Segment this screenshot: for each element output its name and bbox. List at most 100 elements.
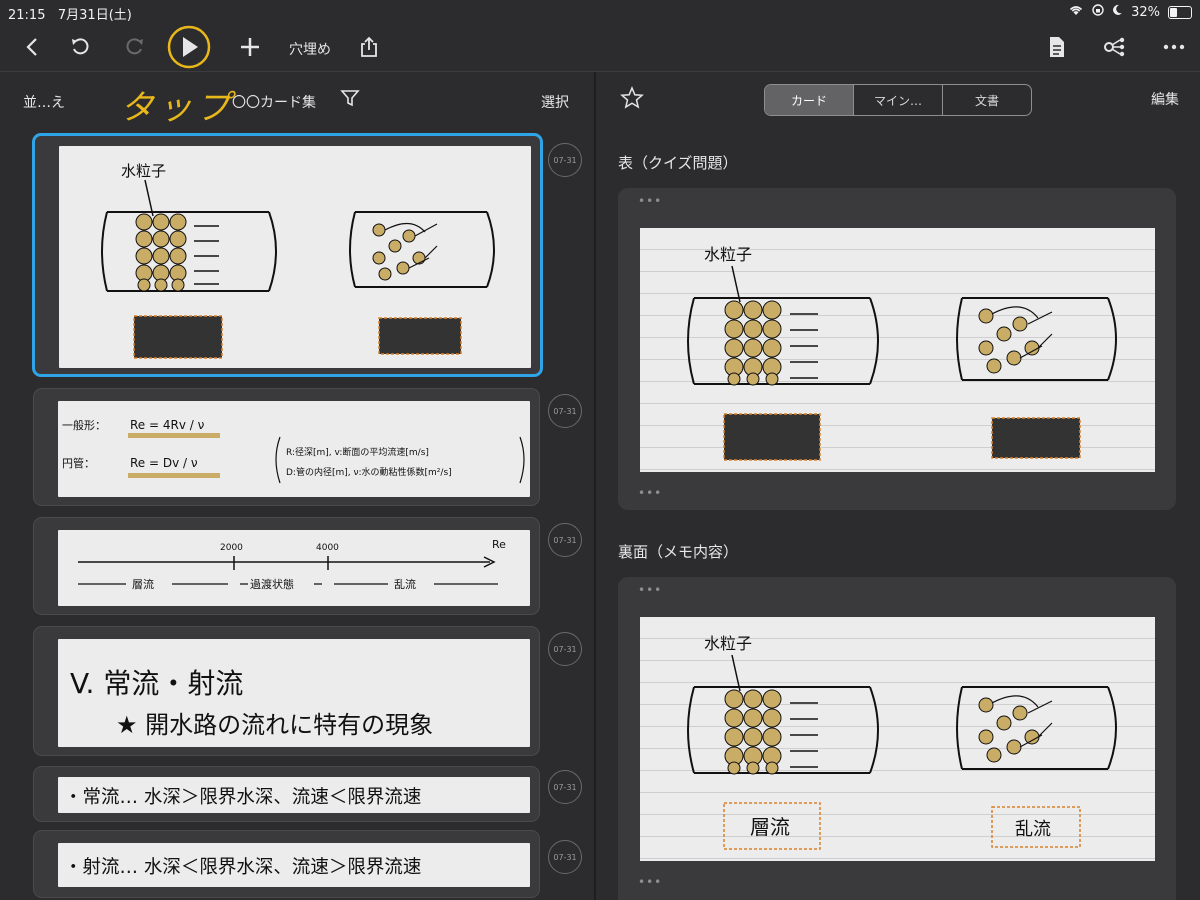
back-section-title: 裏面（メモ内容） (618, 543, 739, 561)
favorite-button[interactable] (620, 86, 644, 114)
play-icon (167, 25, 211, 69)
top-toolbar: 穴埋め (0, 24, 1200, 70)
card-image: ・射流… 水深＜限界水深、流速＞限界流速 (58, 843, 530, 887)
more-dots[interactable]: ••• (638, 486, 662, 500)
toolbar-title[interactable]: 穴埋め (289, 39, 331, 59)
front-pipe-diagram: 水粒子 (687, 245, 1117, 461)
back-pipe-diagram: 水粒子 層流 乱流 (687, 634, 1117, 850)
card-item-1[interactable]: 水粒子 (32, 133, 543, 377)
tap-annotation: タップ (120, 88, 234, 128)
card-date-badge: 07-31 (548, 770, 582, 804)
document-button[interactable] (1044, 30, 1070, 64)
subcritical-note: ・常流… 水深＞限界水深、流速＜限界流速 (64, 787, 421, 808)
back-button[interactable] (18, 30, 46, 64)
add-button[interactable] (236, 30, 264, 64)
share-icon (361, 36, 377, 57)
card-list-pane: 並…え タップ 〇〇カード集 選択 水粒子 07-31 一般形： Re = 4R… (0, 72, 594, 900)
answer-turbulent: 乱流 (1015, 819, 1051, 840)
card-item-5[interactable]: ・常流… 水深＞限界水深、流速＜限界流速 (33, 766, 540, 822)
answer-laminar: 層流 (750, 815, 790, 839)
sort-button[interactable]: 並…え (23, 92, 65, 112)
front-card-image: 水粒子 (640, 228, 1155, 472)
play-button[interactable] (166, 24, 212, 70)
moon-icon (1112, 4, 1123, 20)
redo-icon (126, 38, 143, 55)
star-icon (620, 86, 644, 109)
note-heading: V. 常流・射流 (70, 667, 243, 700)
card-item-3[interactable]: 2000 4000 Re 層流 過渡状態 乱流 (33, 517, 540, 615)
filter-icon (340, 90, 360, 107)
card-date-badge: 07-31 (548, 394, 582, 428)
card-date-badge: 07-31 (548, 840, 582, 874)
reynolds-range-diagram: 2000 4000 Re 層流 過渡状態 乱流 (78, 538, 506, 591)
edit-button[interactable]: 編集 (1151, 89, 1179, 109)
formula-2: Re = Dv / ν (130, 456, 198, 470)
note-line: ・射流… 水深＜限界水深、流速＞限界流速 (64, 857, 421, 878)
card-image: 水粒子 (59, 146, 531, 368)
undo-button[interactable] (66, 30, 94, 64)
more-dots[interactable]: ••• (638, 583, 662, 597)
more-dots[interactable]: ••• (638, 194, 662, 208)
tab-mindmap[interactable]: マイン… (853, 85, 942, 115)
card-item-4[interactable]: V. 常流・射流 ★ 開水路の流れに特有の現象 (33, 626, 540, 756)
card-image: V. 常流・射流 ★ 開水路の流れに特有の現象 (58, 639, 530, 747)
front-particle-label: 水粒子 (704, 245, 752, 264)
formula-prefix-2: 円管： (62, 456, 95, 470)
share-button[interactable] (356, 30, 382, 64)
status-bar: 21:15 7月31日(土) 32% (0, 0, 1200, 24)
redo-button[interactable] (121, 30, 149, 64)
region-turbulent: 乱流 (394, 577, 416, 591)
wifi-icon (1068, 4, 1084, 20)
card-item-2[interactable]: 一般形： Re = 4Rv / ν 円管： Re = Dv / ν R:径深[m… (33, 388, 540, 506)
pipe-flow-diagram: 水粒子 (101, 162, 495, 359)
back-card-image: 水粒子 層流 乱流 (640, 617, 1155, 861)
status-date: 7月31日(土) (57, 8, 132, 23)
card-detail-pane: カード マイン… 文書 編集 表（クイズ問題） ••• 水粒子 ••• 裏面（メ… (596, 72, 1200, 900)
mindmap-button[interactable] (1100, 30, 1128, 64)
status-left: 21:15 7月31日(土) (8, 4, 132, 23)
status-right: 32% (1068, 4, 1192, 20)
region-transition: 過渡状態 (250, 577, 294, 591)
select-button[interactable]: 選択 (541, 92, 569, 112)
plus-icon (241, 38, 259, 56)
supercritical-note: ・射流… 水深＜限界水深、流速＞限界流速 (64, 857, 421, 878)
formula-note-1: R:径深[m], v:断面の平均流速[m/s] (286, 446, 429, 458)
more-button[interactable] (1160, 30, 1188, 64)
front-section-title: 表（クイズ問題） (618, 154, 738, 172)
particle-label: 水粒子 (121, 162, 166, 180)
formula-1: Re = 4Rv / ν (130, 418, 205, 432)
mindmap-icon (1104, 37, 1125, 57)
undo-icon (72, 38, 89, 55)
card-date-badge: 07-31 (548, 143, 582, 177)
back-particle-label: 水粒子 (704, 634, 752, 653)
status-time: 21:15 (8, 8, 46, 23)
more-dots[interactable]: ••• (638, 875, 662, 889)
region-laminar: 層流 (132, 577, 154, 591)
axis-re: Re (492, 538, 506, 551)
formula-prefix-1: 一般形： (62, 419, 106, 432)
lock-rotation-icon (1092, 4, 1104, 20)
card-date-badge: 07-31 (548, 523, 582, 557)
note-subheading: ★ 開水路の流れに特有の現象 (116, 711, 433, 739)
tick-2000: 2000 (220, 543, 243, 553)
card-date-badge: 07-31 (548, 632, 582, 666)
battery-percent: 32% (1131, 4, 1160, 20)
front-card-box[interactable]: ••• 水粒子 ••• (618, 188, 1176, 510)
collection-title[interactable]: 〇〇カード集 (232, 92, 316, 112)
battery-icon (1168, 5, 1192, 19)
card-image: ・常流… 水深＞限界水深、流速＜限界流速 (58, 777, 530, 813)
card-image: 一般形： Re = 4Rv / ν 円管： Re = Dv / ν R:径深[m… (58, 401, 530, 497)
card-image: 2000 4000 Re 層流 過渡状態 乱流 (58, 530, 530, 606)
reynolds-formula: 一般形： Re = 4Rv / ν 円管： Re = Dv / ν R:径深[m… (62, 418, 525, 484)
tab-card[interactable]: カード (765, 85, 853, 115)
view-mode-tabs: カード マイン… 文書 (764, 84, 1032, 116)
filter-button[interactable] (340, 88, 360, 112)
formula-note-2: D:管の内径[m], ν:水の動粘性係数[m²/s] (286, 466, 452, 478)
back-card-box[interactable]: ••• 水粒子 層流 乱流 ••• (618, 577, 1176, 900)
tab-document[interactable]: 文書 (942, 85, 1031, 115)
chevron-left-icon (26, 38, 37, 56)
note-line: ・常流… 水深＞限界水深、流速＜限界流速 (64, 787, 421, 808)
ellipsis-icon (1163, 44, 1185, 50)
card-item-6[interactable]: ・射流… 水深＜限界水深、流速＞限界流速 (33, 830, 540, 898)
document-icon (1050, 37, 1064, 57)
